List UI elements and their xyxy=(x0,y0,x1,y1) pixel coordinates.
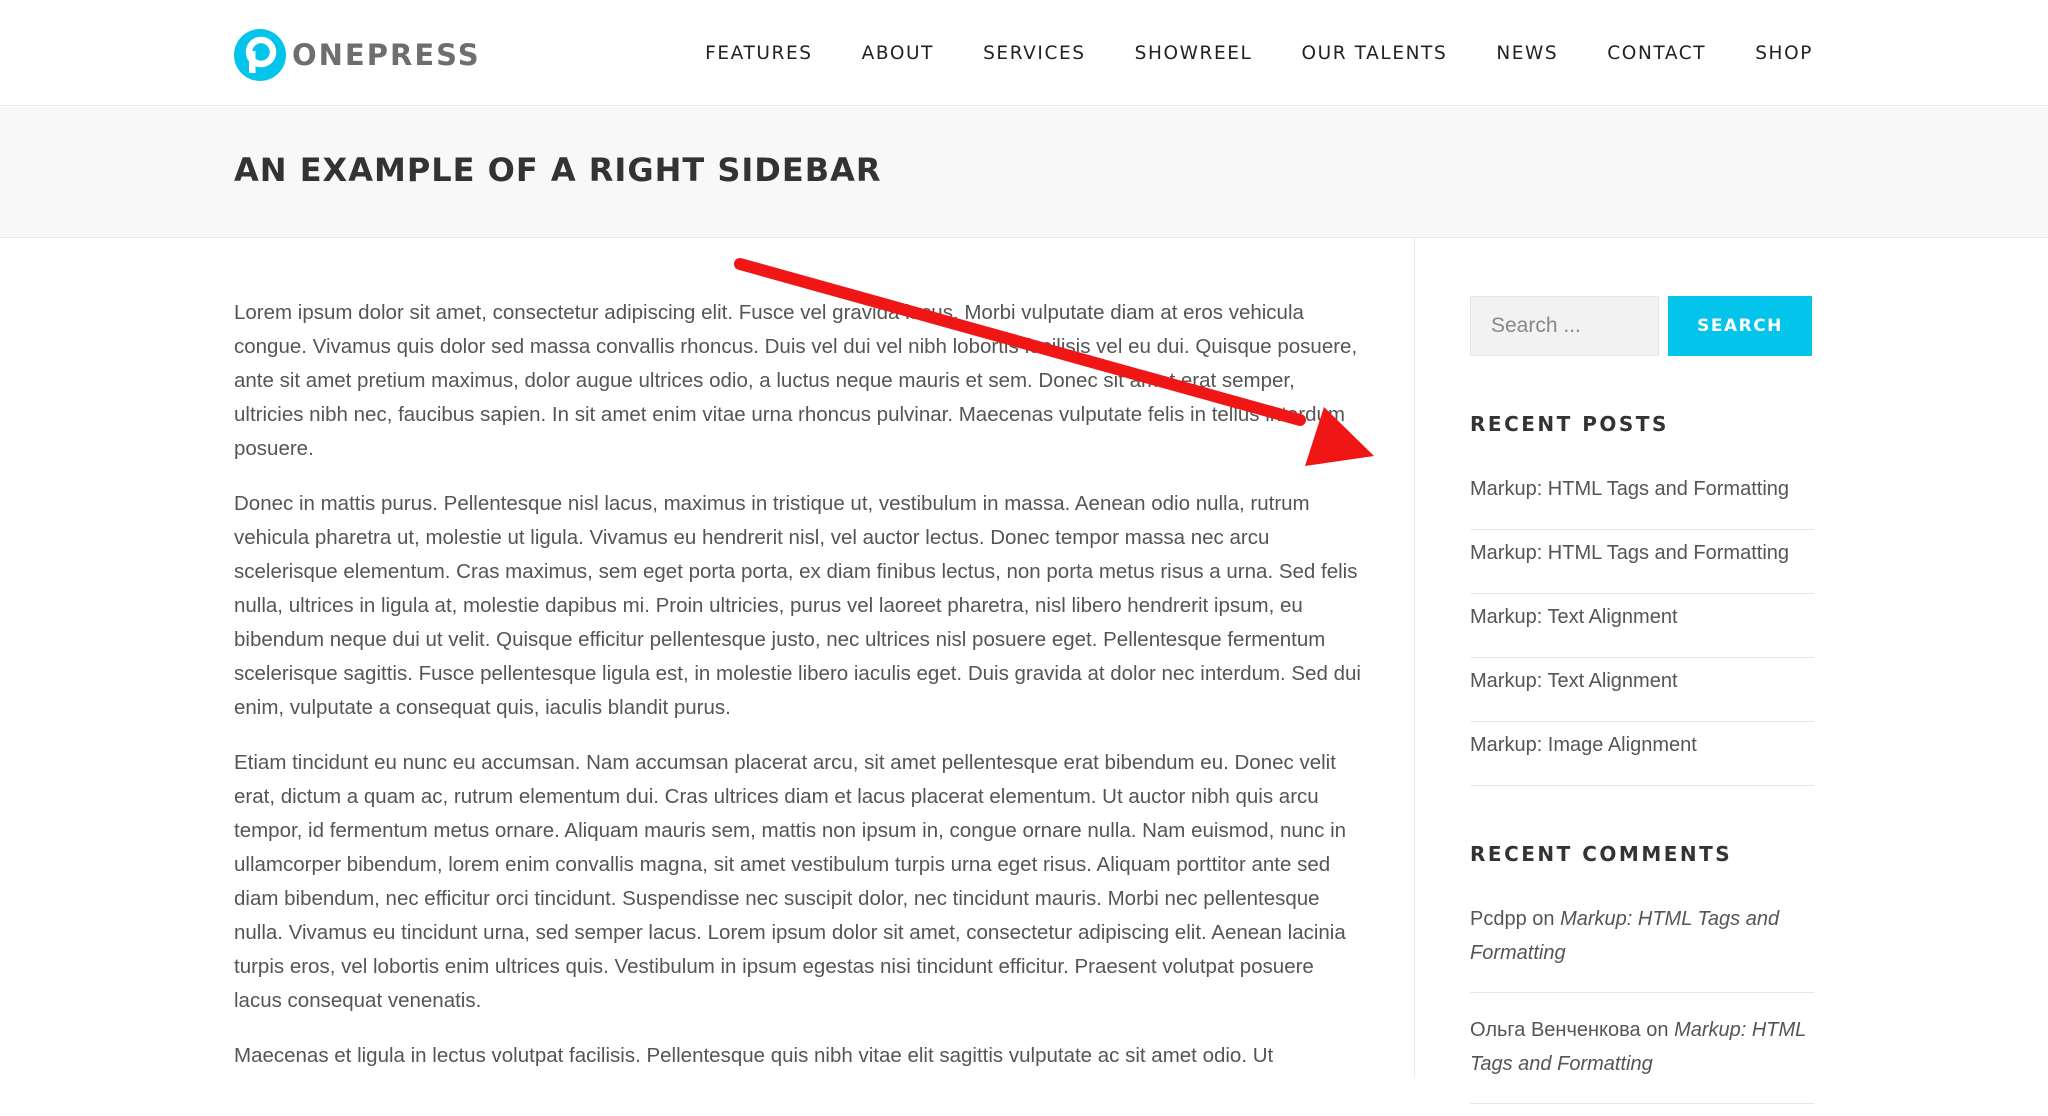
site-logo[interactable]: ONEPRESS xyxy=(234,29,481,81)
post-content: Lorem ipsum dolor sit amet, consectetur … xyxy=(234,296,1362,1094)
nav-item-about[interactable]: ABOUT xyxy=(862,43,934,64)
right-sidebar: SEARCH RECENT POSTS Markup: HTML Tags an… xyxy=(1470,296,1814,1116)
recent-posts-title: RECENT POSTS xyxy=(1470,412,1669,436)
nav-item-contact[interactable]: CONTACT xyxy=(1607,43,1706,64)
search-button[interactable]: SEARCH xyxy=(1668,296,1812,356)
logo-text: ONEPRESS xyxy=(292,38,481,72)
recent-post-link[interactable]: Markup: HTML Tags and Formatting xyxy=(1470,466,1814,530)
recent-comment: Ольга Венченкова on Markup: HTML Tags an… xyxy=(1470,1005,1814,1104)
content-paragraph: Maecenas et ligula in lectus volutpat fa… xyxy=(234,1044,1274,1067)
search-widget: SEARCH xyxy=(1470,296,1814,356)
page-title: AN EXAMPLE OF A RIGHT SIDEBAR xyxy=(234,151,882,189)
nav-item-news[interactable]: NEWS xyxy=(1496,43,1558,64)
page-title-band: AN EXAMPLE OF A RIGHT SIDEBAR xyxy=(0,107,2048,238)
search-input[interactable] xyxy=(1470,296,1659,356)
onepress-logo-icon xyxy=(234,29,286,81)
content-paragraph: Etiam tincidunt eu nunc eu accumsan. Nam… xyxy=(234,751,1347,1012)
recent-comments-title: RECENT COMMENTS xyxy=(1470,842,1733,866)
recent-comment: Pcdpp on Markup: HTML Tags and Formattin… xyxy=(1470,894,1814,993)
recent-post-link[interactable]: Markup: Text Alignment xyxy=(1470,594,1814,658)
nav-item-our-talents[interactable]: OUR TALENTS xyxy=(1301,43,1447,64)
sidebar-divider xyxy=(1414,238,1415,1077)
comment-author[interactable]: Ольга Венченкова xyxy=(1470,1019,1641,1041)
main-nav: FEATURES ABOUT SERVICES SHOWREEL OUR TAL… xyxy=(705,0,1813,106)
recent-post-link[interactable]: Markup: Text Alignment xyxy=(1470,658,1814,722)
comment-on-text: on xyxy=(1532,908,1555,930)
recent-comments-list: Pcdpp on Markup: HTML Tags and Formattin… xyxy=(1470,894,1814,1104)
recent-posts-list: Markup: HTML Tags and Formatting Markup:… xyxy=(1470,466,1814,786)
site-header: ONEPRESS FEATURES ABOUT SERVICES SHOWREE… xyxy=(0,0,2048,106)
nav-item-showreel[interactable]: SHOWREEL xyxy=(1135,43,1253,64)
content-paragraph: Lorem ipsum dolor sit amet, consectetur … xyxy=(234,301,1358,460)
comment-author[interactable]: Pcdpp xyxy=(1470,908,1527,930)
recent-post-link[interactable]: Markup: HTML Tags and Formatting xyxy=(1470,530,1814,594)
recent-post-link[interactable]: Markup: Image Alignment xyxy=(1470,722,1814,786)
nav-item-features[interactable]: FEATURES xyxy=(705,43,812,64)
comment-on-text: on xyxy=(1646,1019,1669,1041)
content-paragraph: Donec in mattis purus. Pellentesque nisl… xyxy=(234,492,1361,719)
nav-item-services[interactable]: SERVICES xyxy=(983,43,1086,64)
nav-item-shop[interactable]: SHOP xyxy=(1755,43,1813,64)
